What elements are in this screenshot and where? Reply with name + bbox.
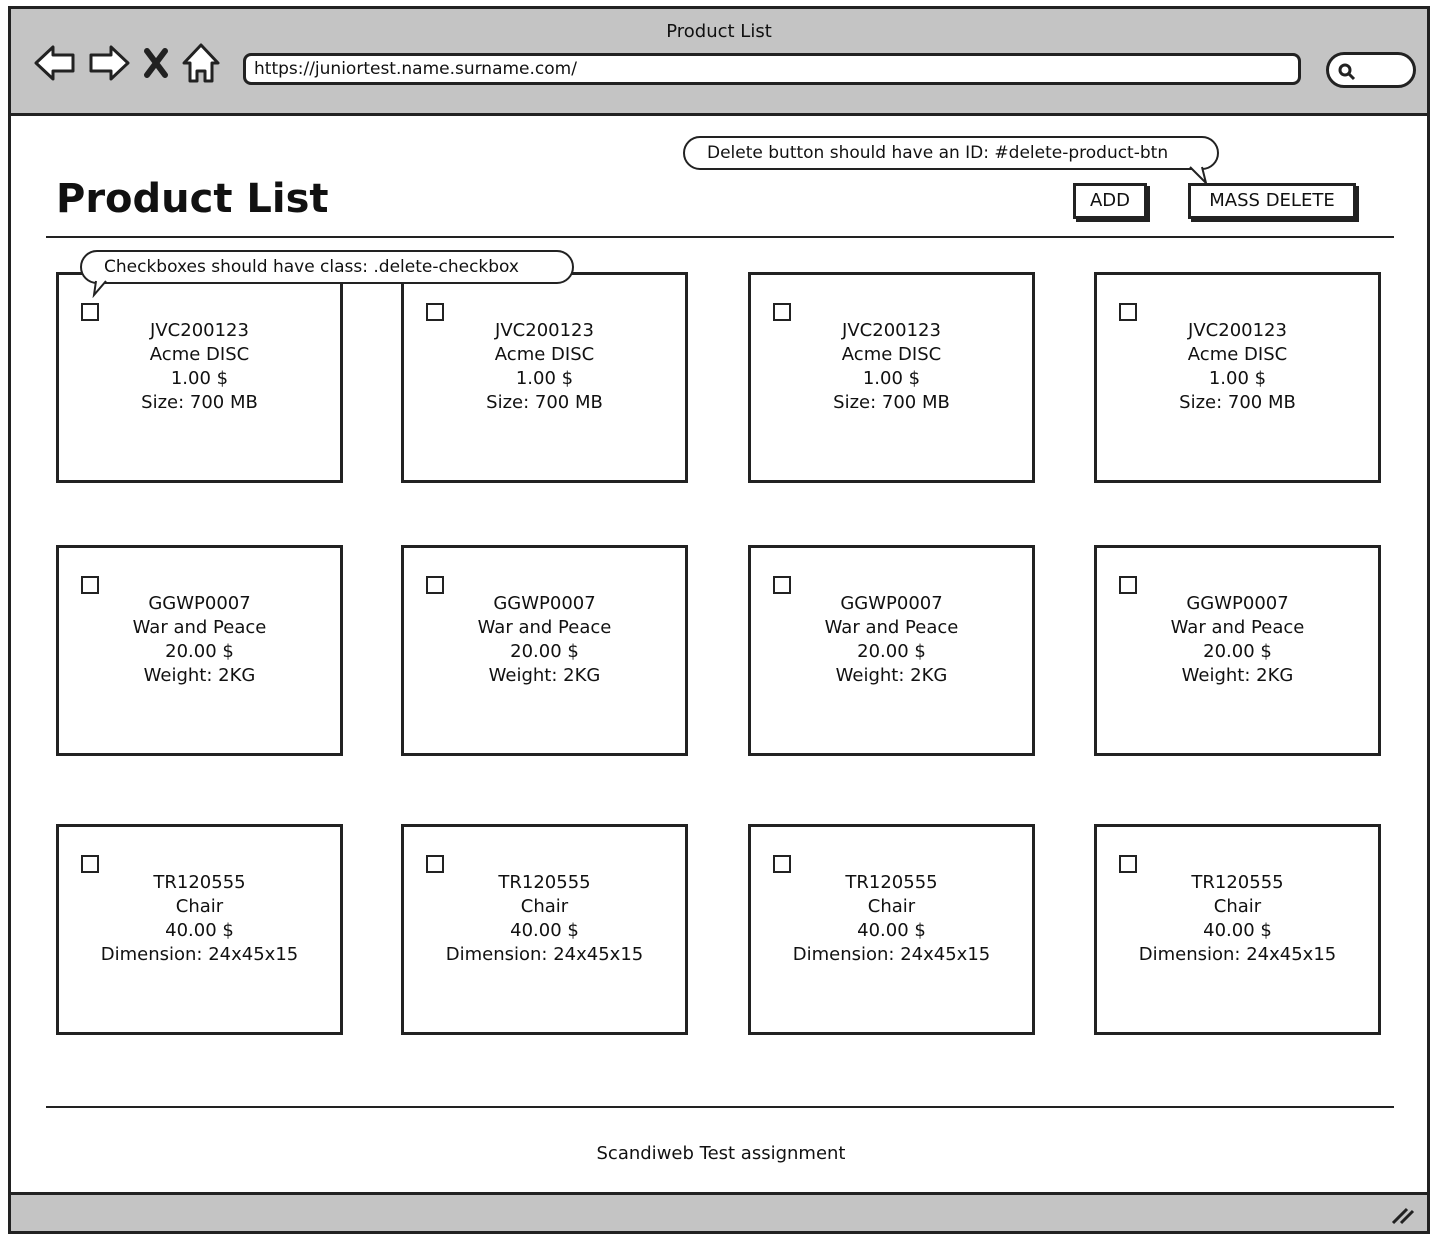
- product-details: GGWP0007 War and Peace 20.00 $ Weight: 2KG: [751, 592, 1032, 688]
- product-name: Acme DISC: [841, 344, 942, 365]
- product-sku: JVC200123: [495, 320, 594, 341]
- page-title: Product List: [56, 176, 329, 222]
- product-price: 40.00 $: [510, 920, 579, 941]
- product-details: GGWP0007 War and Peace 20.00 $ Weight: 2KG: [1097, 592, 1378, 688]
- product-name: Acme DISC: [494, 344, 595, 365]
- product-attr: Size: 700 MB: [1179, 392, 1296, 413]
- product-price: 20.00 $: [510, 641, 579, 662]
- search-input[interactable]: [1326, 52, 1416, 88]
- product-name: Acme DISC: [149, 344, 250, 365]
- resize-grip-icon[interactable]: [1389, 1205, 1415, 1225]
- product-card: GGWP0007 War and Peace 20.00 $ Weight: 2KG: [1094, 545, 1381, 756]
- product-card: TR120555 Chair 40.00 $ Dimension: 24x45x15: [401, 824, 688, 1035]
- product-name: Chair: [867, 896, 916, 917]
- product-details: TR120555 Chair 40.00 $ Dimension: 24x45x15: [59, 871, 340, 967]
- product-sku: TR120555: [845, 872, 938, 893]
- home-icon[interactable]: [181, 41, 221, 85]
- product-name: War and Peace: [824, 617, 959, 638]
- product-details: TR120555 Chair 40.00 $ Dimension: 24x45x15: [751, 871, 1032, 967]
- product-name: War and Peace: [1170, 617, 1305, 638]
- product-details: TR120555 Chair 40.00 $ Dimension: 24x45x15: [404, 871, 685, 967]
- add-button[interactable]: ADD: [1073, 183, 1147, 219]
- product-card: JVC200123 Acme DISC 1.00 $ Size: 700 MB: [56, 272, 343, 483]
- product-attr: Dimension: 24x45x15: [445, 944, 644, 965]
- product-attr: Weight: 2KG: [143, 665, 256, 686]
- product-sku: GGWP0007: [493, 593, 596, 614]
- callout-tail: [92, 280, 107, 298]
- checkbox-note: Checkboxes should have class: .delete-ch…: [80, 250, 574, 284]
- footer-divider: [46, 1106, 1394, 1108]
- product-card: JVC200123 Acme DISC 1.00 $ Size: 700 MB: [401, 272, 688, 483]
- product-name: War and Peace: [132, 617, 267, 638]
- product-attr: Weight: 2KG: [1181, 665, 1294, 686]
- close-x-icon[interactable]: [141, 45, 171, 81]
- product-details: JVC200123 Acme DISC 1.00 $ Size: 700 MB: [404, 319, 685, 415]
- product-card: GGWP0007 War and Peace 20.00 $ Weight: 2KG: [401, 545, 688, 756]
- product-sku: TR120555: [153, 872, 246, 893]
- product-card: TR120555 Chair 40.00 $ Dimension: 24x45x15: [1094, 824, 1381, 1035]
- product-name: Chair: [1213, 896, 1262, 917]
- product-name: Chair: [175, 896, 224, 917]
- product-attr: Weight: 2KG: [488, 665, 601, 686]
- status-bar: [8, 1192, 1430, 1234]
- product-card: JVC200123 Acme DISC 1.00 $ Size: 700 MB: [1094, 272, 1381, 483]
- product-details: JVC200123 Acme DISC 1.00 $ Size: 700 MB: [751, 319, 1032, 415]
- url-input[interactable]: https://juniortest.name.surname.com/: [243, 53, 1301, 85]
- product-sku: GGWP0007: [148, 593, 251, 614]
- product-details: JVC200123 Acme DISC 1.00 $ Size: 700 MB: [1097, 319, 1378, 415]
- product-sku: TR120555: [498, 872, 591, 893]
- browser-toolbar: Product List https://juniortest.name.sur…: [8, 6, 1430, 116]
- product-name: War and Peace: [477, 617, 612, 638]
- product-sku: TR120555: [1191, 872, 1284, 893]
- product-price: 40.00 $: [1203, 920, 1272, 941]
- product-price: 1.00 $: [515, 368, 574, 389]
- product-attr: Size: 700 MB: [486, 392, 603, 413]
- header-divider: [46, 236, 1394, 238]
- product-card: TR120555 Chair 40.00 $ Dimension: 24x45x15: [748, 824, 1035, 1035]
- product-card: JVC200123 Acme DISC 1.00 $ Size: 700 MB: [748, 272, 1035, 483]
- product-attr: Weight: 2KG: [835, 665, 948, 686]
- back-arrow-icon[interactable]: [33, 43, 77, 83]
- product-card: TR120555 Chair 40.00 $ Dimension: 24x45x15: [56, 824, 343, 1035]
- product-price: 40.00 $: [165, 920, 234, 941]
- footer-text: Scandiweb Test assignment: [596, 1143, 846, 1164]
- search-icon: [1338, 63, 1356, 81]
- product-name: Acme DISC: [1187, 344, 1288, 365]
- product-details: GGWP0007 War and Peace 20.00 $ Weight: 2KG: [404, 592, 685, 688]
- window-title: Product List: [666, 21, 772, 42]
- product-price: 1.00 $: [1208, 368, 1267, 389]
- product-sku: GGWP0007: [1186, 593, 1289, 614]
- product-price: 1.00 $: [170, 368, 229, 389]
- product-attr: Dimension: 24x45x15: [100, 944, 299, 965]
- product-card: GGWP0007 War and Peace 20.00 $ Weight: 2KG: [748, 545, 1035, 756]
- delete-button-note: Delete button should have an ID: #delete…: [683, 136, 1219, 170]
- product-price: 40.00 $: [857, 920, 926, 941]
- product-sku: JVC200123: [150, 320, 249, 341]
- product-price: 20.00 $: [857, 641, 926, 662]
- product-price: 20.00 $: [1203, 641, 1272, 662]
- product-sku: JVC200123: [842, 320, 941, 341]
- product-details: GGWP0007 War and Peace 20.00 $ Weight: 2KG: [59, 592, 340, 688]
- product-price: 20.00 $: [165, 641, 234, 662]
- product-details: JVC200123 Acme DISC 1.00 $ Size: 700 MB: [59, 319, 340, 415]
- product-attr: Size: 700 MB: [141, 392, 258, 413]
- product-name: Chair: [520, 896, 569, 917]
- forward-arrow-icon[interactable]: [87, 43, 131, 83]
- product-price: 1.00 $: [862, 368, 921, 389]
- product-sku: GGWP0007: [840, 593, 943, 614]
- product-attr: Dimension: 24x45x15: [792, 944, 991, 965]
- product-sku: JVC200123: [1188, 320, 1287, 341]
- product-details: TR120555 Chair 40.00 $ Dimension: 24x45x15: [1097, 871, 1378, 967]
- product-attr: Dimension: 24x45x15: [1138, 944, 1337, 965]
- product-card: GGWP0007 War and Peace 20.00 $ Weight: 2KG: [56, 545, 343, 756]
- product-attr: Size: 700 MB: [833, 392, 950, 413]
- mass-delete-button[interactable]: MASS DELETE: [1188, 183, 1356, 219]
